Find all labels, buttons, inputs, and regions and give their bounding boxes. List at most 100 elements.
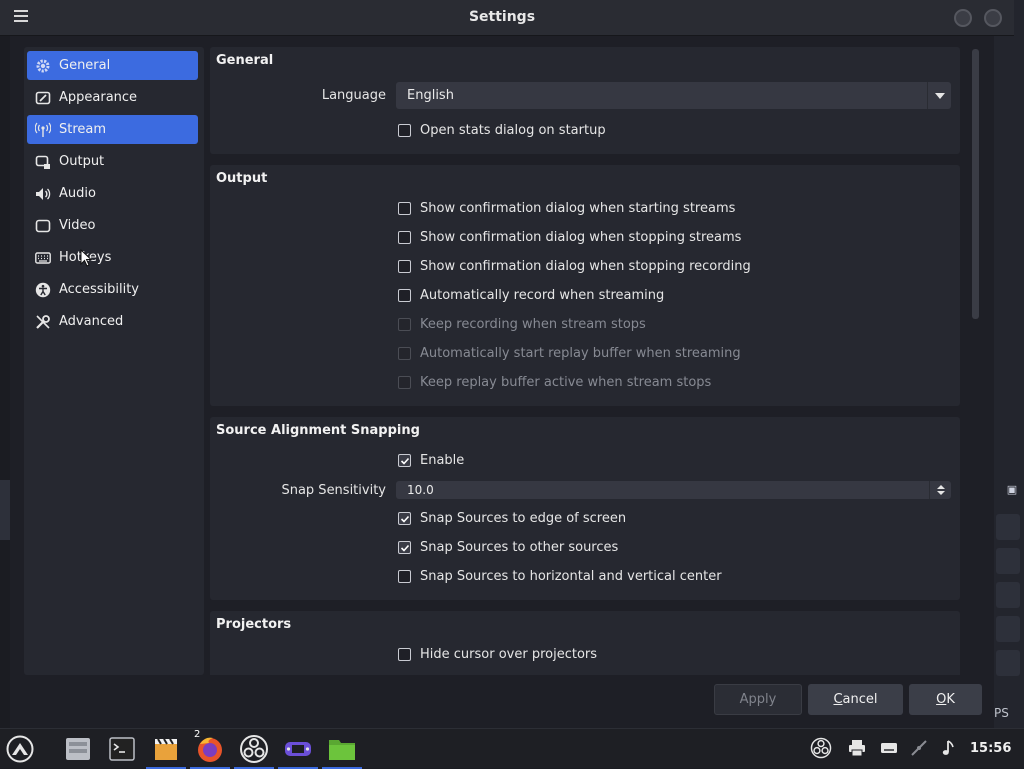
snap-center-checkbox[interactable]: Snap Sources to horizontal and vertical …	[398, 569, 722, 584]
background-pane	[996, 548, 1020, 574]
snap-sensitivity-spinbox[interactable]: 10.0	[396, 481, 951, 499]
dock-undock-icon: ▣	[1006, 483, 1018, 496]
checkbox-box	[398, 648, 411, 661]
output-group: Output Show confirmation dialog when sta…	[210, 165, 960, 406]
sidebar-item-output[interactable]: Output	[27, 147, 198, 176]
obs-tray-icon[interactable]	[810, 737, 832, 759]
scrollbar-thumb[interactable]	[972, 49, 979, 319]
stream-antenna-icon	[34, 121, 52, 139]
checkbox-box	[398, 454, 411, 467]
confirm-start-stream-checkbox[interactable]: Show confirmation dialog when starting s…	[398, 201, 735, 216]
chevron-down-icon	[927, 82, 951, 109]
cancel-label-rest: ancel	[842, 692, 878, 707]
terminal-icon[interactable]	[106, 733, 138, 765]
language-label: Language	[321, 88, 386, 103]
sidebar-item-label: General	[59, 58, 111, 73]
file-manager-icon[interactable]	[62, 733, 94, 765]
apply-button[interactable]: Apply	[714, 684, 802, 715]
sidebar-item-label: Output	[59, 154, 105, 169]
checkbox-label: Keep recording when stream stops	[420, 317, 646, 332]
content-scrollbar[interactable]	[970, 47, 980, 675]
sidebar-item-accessibility[interactable]: Accessibility	[27, 275, 198, 304]
checkbox-label: Open stats dialog on startup	[420, 123, 606, 138]
background-pane	[996, 514, 1020, 540]
mouse-cursor-icon	[80, 248, 93, 271]
taskbar-clock[interactable]: 15:56	[970, 741, 1011, 756]
snap-sources-checkbox[interactable]: Snap Sources to other sources	[398, 540, 618, 555]
open-stats-checkbox[interactable]: Open stats dialog on startup	[398, 123, 606, 138]
speaker-icon	[34, 185, 52, 203]
sidebar-item-hotkeys[interactable]: Hotkeys	[27, 243, 198, 272]
checkbox-label: Automatically record when streaming	[420, 288, 665, 303]
window-title: Settings	[468, 9, 536, 25]
group-title-output: Output	[216, 171, 268, 186]
ok-mnemonic: O	[936, 692, 947, 707]
printer-icon[interactable]	[846, 737, 868, 759]
checkbox-box	[398, 512, 411, 525]
sidebar-item-label: Advanced	[59, 314, 124, 329]
sidebar-item-general[interactable]: General	[27, 51, 198, 80]
checkbox-label: Snap Sources to horizontal and vertical …	[420, 569, 722, 584]
checkbox-box	[398, 376, 411, 389]
network-disconnected-icon[interactable]	[908, 737, 930, 759]
folder-icon[interactable]	[322, 733, 362, 769]
checkbox-label: Show confirmation dialog when stopping r…	[420, 259, 751, 274]
snapping-enable-checkbox[interactable]: Enable	[398, 453, 464, 468]
obs-studio-icon[interactable]	[234, 733, 274, 769]
confirm-stop-stream-checkbox[interactable]: Show confirmation dialog when stopping s…	[398, 230, 741, 245]
sidebar-item-label: Audio	[59, 186, 96, 201]
checkbox-box	[398, 260, 411, 273]
background-partial-text: PS	[994, 706, 1009, 720]
auto-replay-buffer-checkbox: Automatically start replay buffer when s…	[398, 346, 741, 361]
confirm-stop-recording-checkbox[interactable]: Show confirmation dialog when stopping r…	[398, 259, 751, 274]
sidebar-item-video[interactable]: Video	[27, 211, 198, 240]
app-launcher-icon[interactable]	[4, 733, 36, 765]
group-title-snapping: Source Alignment Snapping	[216, 423, 420, 438]
sidebar-item-label: Stream	[59, 122, 107, 137]
auto-record-checkbox[interactable]: Automatically record when streaming	[398, 288, 664, 303]
checkbox-label: Snap Sources to other sources	[420, 540, 619, 555]
cancel-button[interactable]: Cancel	[808, 684, 903, 715]
group-title-projectors: Projectors	[216, 617, 292, 632]
checkbox-label: Snap Sources to edge of screen	[420, 511, 627, 526]
cancel-mnemonic: C	[833, 692, 843, 707]
checkbox-box	[398, 202, 411, 215]
language-select[interactable]: English	[396, 82, 951, 109]
close-button[interactable]	[984, 9, 1002, 27]
sidebar-item-label: Video	[59, 218, 96, 233]
minimize-button[interactable]	[954, 9, 972, 27]
checkbox-box	[398, 570, 411, 583]
ok-label-rest: K	[946, 692, 955, 707]
firefox-icon[interactable]: 2	[190, 729, 230, 769]
checkbox-label: Keep replay buffer active when stream st…	[420, 375, 712, 390]
checkbox-box	[398, 318, 411, 331]
accessibility-icon	[34, 281, 52, 299]
keep-replay-buffer-checkbox: Keep replay buffer active when stream st…	[398, 375, 711, 390]
background-pane	[996, 650, 1020, 676]
ok-button[interactable]: OK	[909, 684, 982, 715]
checkbox-box	[398, 231, 411, 244]
checkbox-box	[398, 289, 411, 302]
hide-cursor-projectors-checkbox[interactable]: Hide cursor over projectors	[398, 647, 597, 662]
snap-edge-checkbox[interactable]: Snap Sources to edge of screen	[398, 511, 626, 526]
checkbox-box	[398, 124, 411, 137]
game-console-icon[interactable]	[278, 733, 318, 769]
keyboard-icon	[34, 249, 52, 267]
sidebar-item-audio[interactable]: Audio	[27, 179, 198, 208]
sidebar-item-label: Accessibility	[59, 282, 139, 297]
video-editor-icon[interactable]	[146, 733, 186, 769]
spin-arrows-icon[interactable]	[929, 481, 951, 499]
sidebar-item-advanced[interactable]: Advanced	[27, 307, 198, 336]
projectors-group: Projectors Hide cursor over projectors	[210, 611, 960, 675]
keep-recording-checkbox: Keep recording when stream stops	[398, 317, 646, 332]
sidebar-item-appearance[interactable]: Appearance	[27, 83, 198, 112]
taskbar: 2 15:56	[0, 728, 1024, 769]
settings-sidebar: General Appearance Stream Output Audio V…	[24, 47, 204, 675]
checkbox-label: Automatically start replay buffer when s…	[420, 346, 741, 361]
music-note-icon[interactable]	[938, 737, 960, 759]
snap-sensitivity-value: 10.0	[407, 483, 434, 497]
settings-content: General Language English Open stats dial…	[208, 47, 960, 675]
sidebar-item-stream[interactable]: Stream	[27, 115, 198, 144]
background-app-panel	[994, 0, 1024, 728]
keyboard-layout-icon[interactable]	[878, 737, 900, 759]
